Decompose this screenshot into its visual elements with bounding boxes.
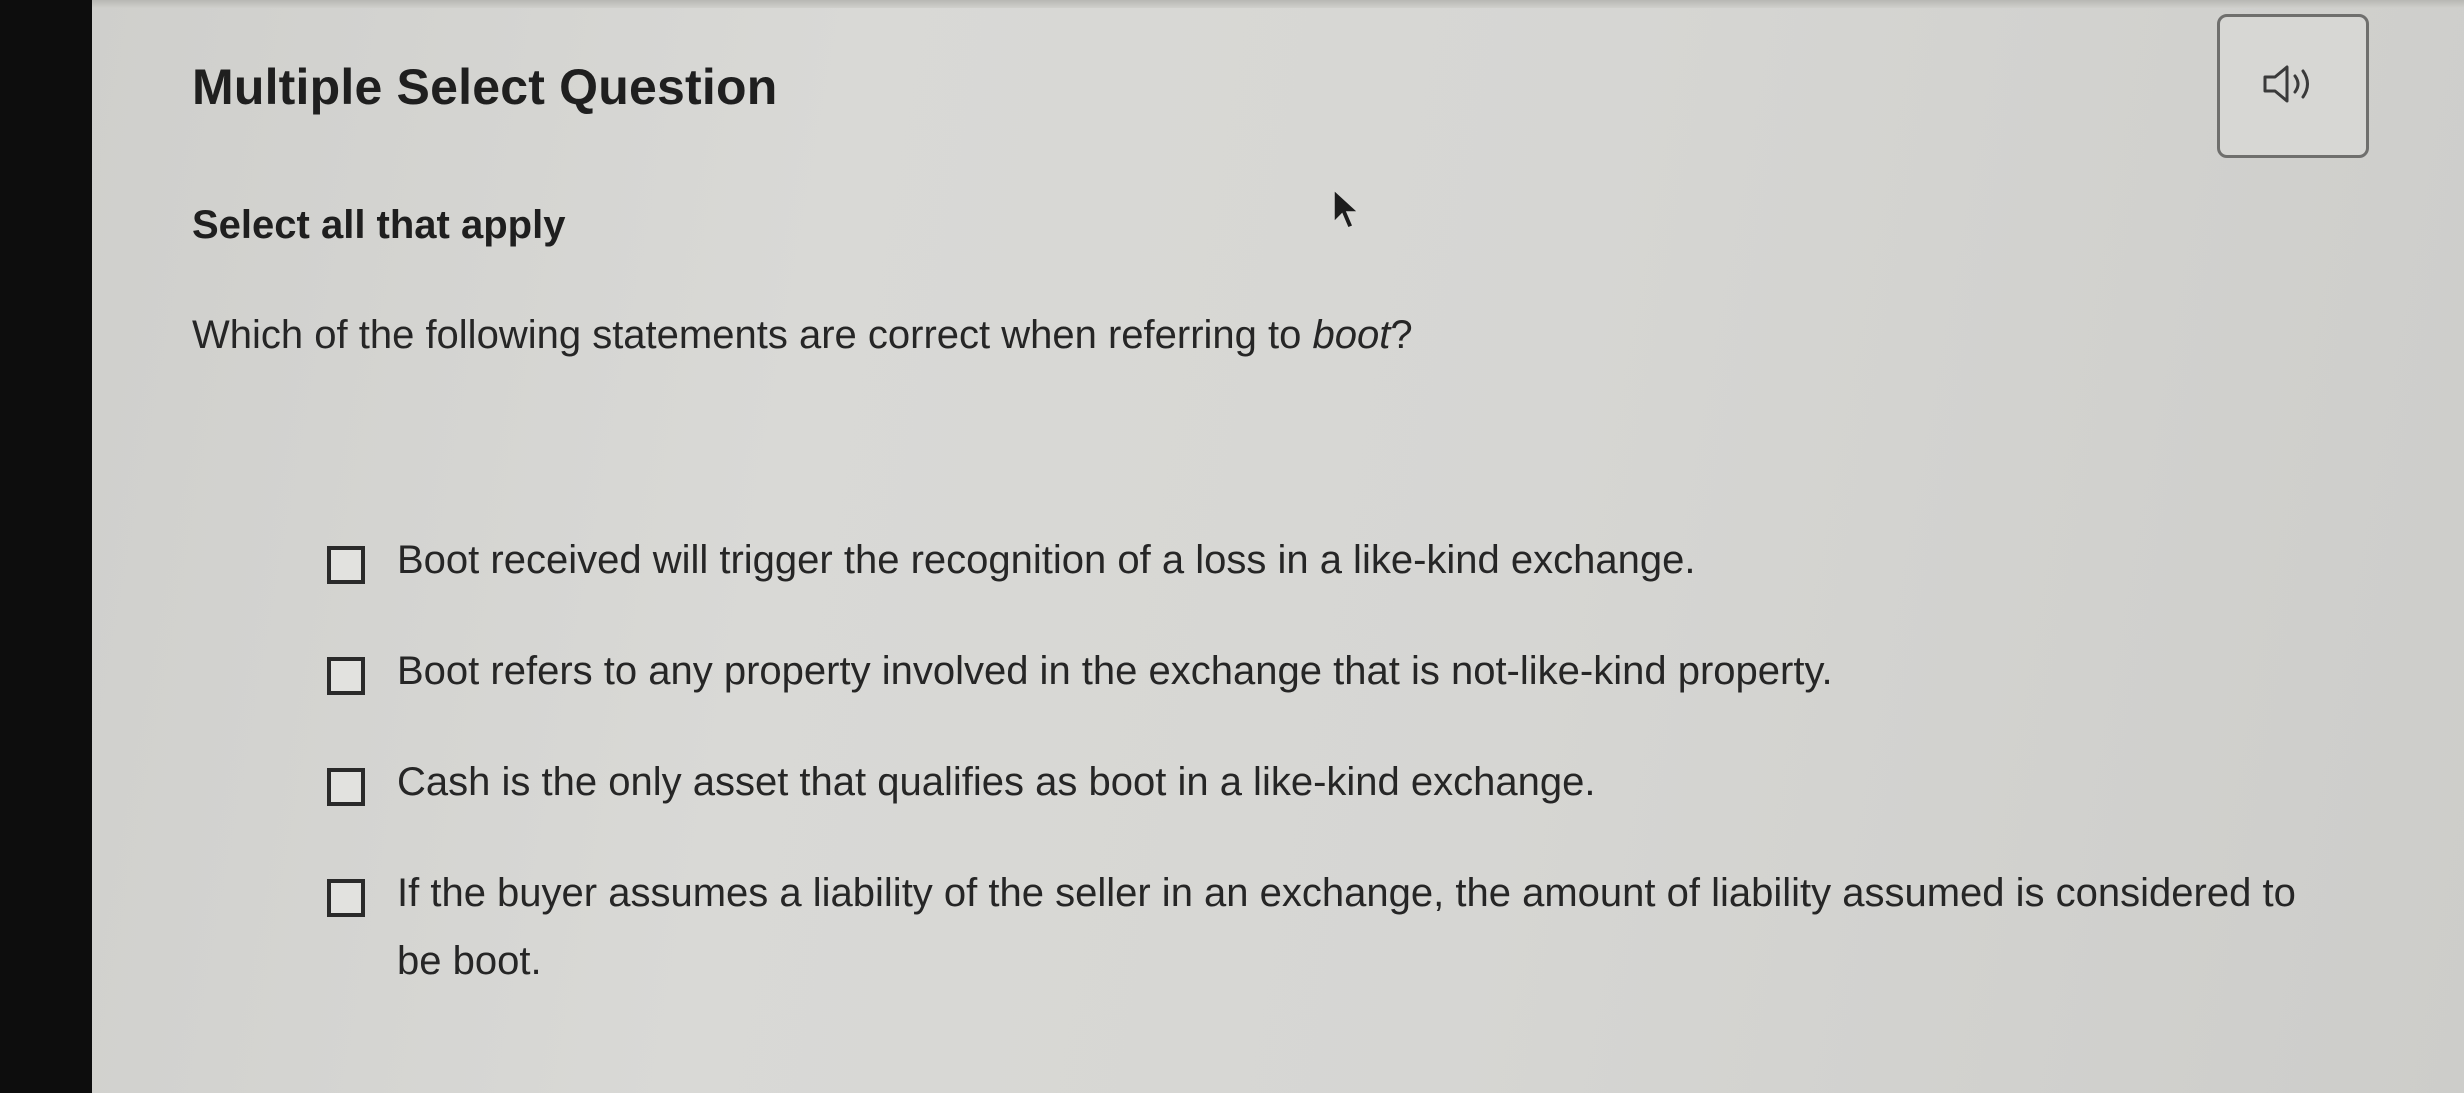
option-label: If the buyer assumes a liability of the … [397, 871, 2296, 983]
option-checkbox[interactable] [327, 657, 365, 695]
option-label: Boot refers to any property involved in … [397, 649, 1833, 693]
prompt-end: ? [1390, 313, 1413, 357]
read-aloud-button[interactable] [2217, 14, 2369, 158]
question-panel: Multiple Select Question Select all that… [92, 8, 2464, 1093]
option-label: Cash is the only asset that qualifies as… [397, 760, 1596, 804]
answer-option[interactable]: Boot received will trigger the recogniti… [327, 538, 2377, 594]
option-checkbox[interactable] [327, 546, 365, 584]
option-label: Boot received will trigger the recogniti… [397, 538, 1696, 582]
prompt-emphasis: boot [1312, 313, 1391, 357]
instructions: Select all that apply [192, 203, 566, 247]
option-checkbox[interactable] [327, 879, 365, 917]
answer-option[interactable]: If the buyer assumes a liability of the … [327, 871, 2377, 995]
question-type-title: Multiple Select Question [192, 59, 778, 115]
option-checkbox[interactable] [327, 768, 365, 806]
answer-options: Boot received will trigger the recogniti… [327, 538, 2377, 1050]
speaker-icon [2261, 62, 2325, 111]
question-prompt: Which of the following statements are co… [192, 313, 1413, 358]
prompt-text: Which of the following statements are co… [192, 313, 1313, 357]
mouse-pointer-icon [1332, 188, 1362, 237]
screen-frame: Multiple Select Question Select all that… [0, 0, 2464, 1093]
answer-option[interactable]: Cash is the only asset that qualifies as… [327, 760, 2377, 816]
answer-option[interactable]: Boot refers to any property involved in … [327, 649, 2377, 705]
